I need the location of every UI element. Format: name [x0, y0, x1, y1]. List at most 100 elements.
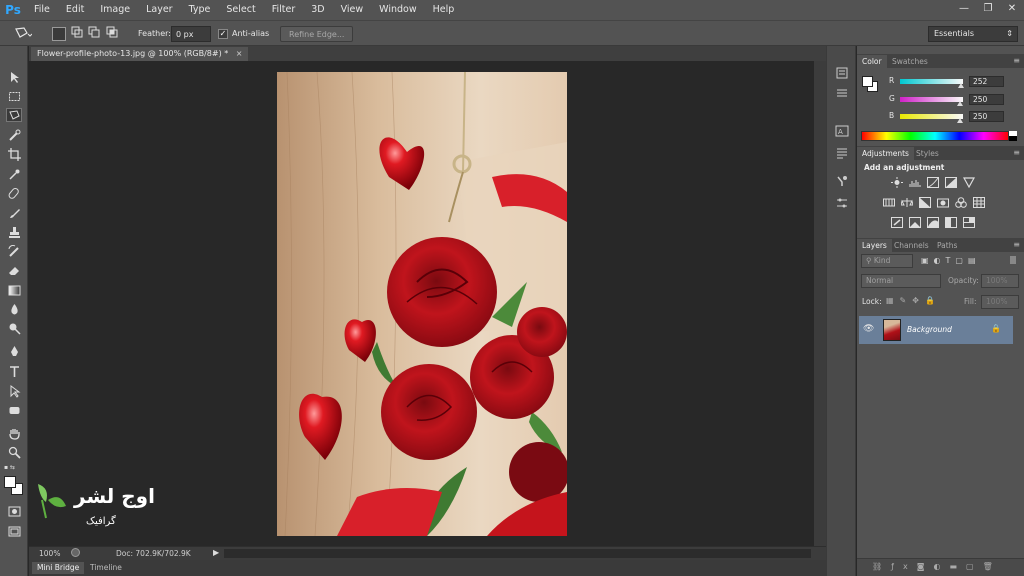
curves-icon[interactable] — [927, 177, 939, 188]
eye-icon[interactable]: 👁 — [863, 324, 874, 334]
menu-view[interactable]: View — [333, 0, 372, 20]
zoom-tool-icon[interactable] — [6, 445, 22, 459]
hue-saturation-icon[interactable] — [883, 197, 895, 208]
minimize-button[interactable]: — — [956, 2, 972, 16]
polygonal-lasso-tool-icon[interactable] — [6, 108, 22, 122]
slider-g-thumb[interactable] — [957, 101, 963, 106]
tab-channels[interactable]: Channels — [889, 239, 934, 252]
filter-toggle[interactable] — [1010, 256, 1016, 264]
horizontal-scrollbar[interactable] — [224, 549, 811, 558]
slider-r[interactable]: R 252 — [857, 76, 1024, 88]
swap-colors-icon[interactable]: ▪ ⇆ — [4, 464, 24, 472]
refine-edge-button[interactable]: Refine Edge... — [280, 26, 354, 42]
exposure-icon[interactable] — [945, 177, 957, 188]
hand-tool-icon[interactable] — [6, 426, 22, 440]
screen-mode-icon[interactable] — [6, 524, 22, 538]
quick-selection-tool-icon[interactable] — [6, 128, 22, 142]
polygonal-lasso-preset-icon[interactable] — [14, 26, 33, 42]
path-selection-tool-icon[interactable] — [6, 384, 22, 398]
eraser-tool-icon[interactable] — [6, 263, 22, 277]
layers-footer-icons[interactable]: ⛓ƒx◙◐▬▢🗑 — [872, 562, 1002, 571]
slider-b[interactable]: B 250 — [857, 111, 1024, 123]
slider-g-value[interactable]: 250 — [969, 94, 1004, 105]
tool-presets-icon[interactable] — [835, 174, 849, 188]
tab-timeline[interactable]: Timeline — [85, 562, 127, 574]
properties-panel-icon[interactable] — [835, 86, 849, 100]
ramp-black[interactable] — [1009, 136, 1017, 141]
blur-tool-icon[interactable] — [6, 302, 22, 316]
tab-mini-bridge[interactable]: Mini Bridge — [32, 562, 85, 574]
levels-icon[interactable] — [909, 177, 921, 188]
menu-filter[interactable]: Filter — [264, 0, 304, 20]
menu-help[interactable]: Help — [425, 0, 463, 20]
workspace-select[interactable]: Essentials ⇕ — [928, 26, 1018, 42]
menu-3d[interactable]: 3D — [303, 0, 332, 20]
paragraph-panel-icon[interactable] — [835, 146, 849, 160]
black-white-icon[interactable] — [919, 197, 931, 208]
layer-name[interactable]: Background — [907, 325, 952, 334]
threshold-icon[interactable] — [927, 217, 939, 228]
antialias-checkbox[interactable]: ✓ — [218, 29, 228, 39]
history-brush-tool-icon[interactable] — [6, 244, 22, 258]
pen-tool-icon[interactable] — [6, 344, 22, 358]
layer-row-background[interactable]: 👁 Background 🔒 — [859, 316, 1013, 344]
document-image[interactable] — [277, 72, 567, 536]
close-document-icon[interactable]: × — [236, 49, 243, 58]
subtract-selection-icon[interactable] — [88, 26, 100, 42]
tab-swatches[interactable]: Swatches — [887, 55, 933, 68]
eyedropper-tool-icon[interactable] — [6, 167, 22, 181]
selective-color-icon[interactable] — [963, 217, 975, 228]
menu-edit[interactable]: Edit — [58, 0, 92, 20]
clone-stamp-tool-icon[interactable] — [6, 225, 22, 239]
foreground-color-swatch[interactable] — [4, 476, 16, 488]
slider-g-track[interactable] — [900, 97, 963, 102]
blend-mode-select[interactable]: Normal — [861, 274, 941, 288]
brush-tool-icon[interactable] — [6, 206, 22, 220]
menu-window[interactable]: Window — [371, 0, 424, 20]
rectangle-tool-icon[interactable] — [6, 403, 22, 417]
menu-image[interactable]: Image — [92, 0, 138, 20]
slider-r-track[interactable] — [900, 79, 963, 84]
color-spectrum-ramp[interactable] — [861, 131, 1009, 141]
layer-filter-icons[interactable]: ▣◐T▢▤ — [921, 256, 981, 265]
type-tool-icon[interactable] — [6, 364, 22, 378]
gradient-tool-icon[interactable] — [6, 283, 22, 297]
layer-kind-filter[interactable]: ⚲ Kind — [861, 254, 913, 268]
restore-button[interactable]: ❐ — [980, 2, 996, 16]
menu-file[interactable]: File — [26, 0, 58, 20]
menu-select[interactable]: Select — [218, 0, 263, 20]
panel-menu-icon[interactable]: ≡ — [1013, 56, 1020, 65]
menu-layer[interactable]: Layer — [138, 0, 181, 20]
feather-input[interactable]: 0 px — [171, 26, 211, 42]
close-button[interactable]: ✕ — [1004, 2, 1020, 16]
vibrance-icon[interactable] — [963, 177, 975, 188]
brush-presets-icon[interactable] — [835, 196, 849, 210]
slider-b-value[interactable]: 250 — [969, 111, 1004, 122]
opacity-input[interactable]: 100% — [981, 274, 1019, 288]
character-panel-icon[interactable]: A — [835, 124, 849, 138]
status-menu-arrow-icon[interactable]: ▶ — [213, 548, 219, 557]
tab-styles[interactable]: Styles — [911, 147, 944, 160]
slider-r-value[interactable]: 252 — [969, 76, 1004, 87]
slider-g[interactable]: G 250 — [857, 94, 1024, 106]
dodge-tool-icon[interactable] — [6, 321, 22, 335]
color-balance-icon[interactable] — [901, 197, 913, 208]
panel-menu-icon[interactable]: ≡ — [1013, 240, 1020, 249]
posterize-icon[interactable] — [909, 217, 921, 228]
add-selection-icon[interactable] — [71, 26, 83, 42]
color-lookup-icon[interactable] — [973, 197, 985, 208]
lock-icons[interactable]: ▦✎✥🔒 — [886, 296, 941, 305]
gradient-map-icon[interactable] — [945, 217, 957, 228]
zoom-level[interactable]: 100% — [39, 549, 60, 558]
marquee-tool-icon[interactable] — [6, 89, 22, 103]
panel-menu-icon[interactable]: ≡ — [1013, 148, 1020, 157]
photo-filter-icon[interactable] — [937, 197, 949, 208]
intersect-selection-icon[interactable] — [106, 26, 118, 42]
healing-brush-tool-icon[interactable] — [6, 186, 22, 200]
move-tool-icon[interactable] — [6, 70, 22, 84]
tab-adjustments[interactable]: Adjustments — [857, 147, 914, 160]
slider-b-track[interactable] — [900, 114, 963, 119]
document-tab[interactable]: Flower-profile-photo-13.jpg @ 100% (RGB/… — [31, 47, 249, 61]
new-selection-icon[interactable] — [52, 27, 66, 41]
crop-tool-icon[interactable] — [6, 147, 22, 161]
